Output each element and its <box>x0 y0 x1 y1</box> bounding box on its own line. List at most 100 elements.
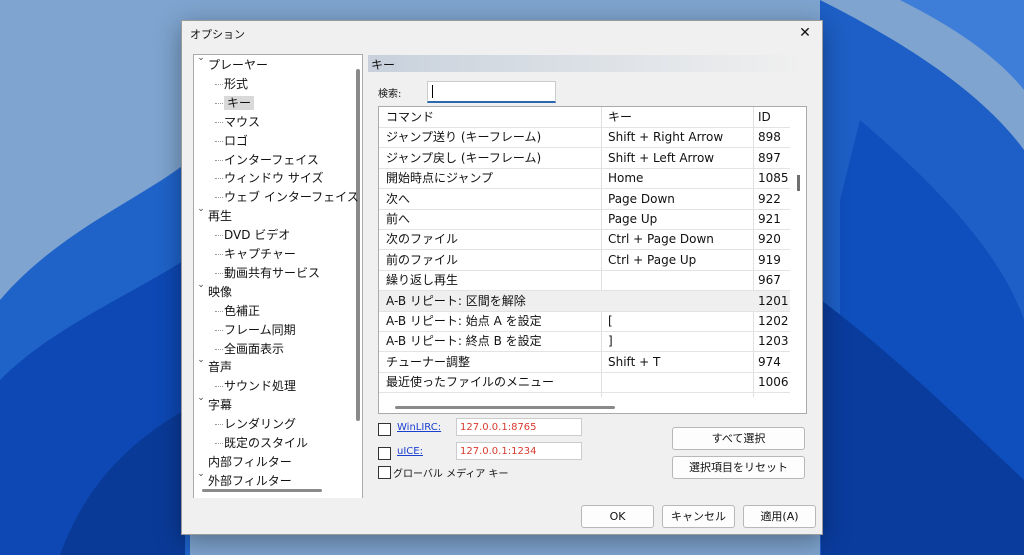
tree-item[interactable]: サウンド処理 <box>224 377 296 395</box>
uice-address-field[interactable]: 127.0.0.1:1234 <box>456 442 582 460</box>
table-cell: Shift + Right Arrow <box>608 130 724 145</box>
apply-button[interactable]: 適用(A) <box>743 505 816 528</box>
tree-connector <box>215 443 223 444</box>
tree-connector <box>215 424 223 426</box>
dialog-footer: OK キャンセル 適用(A) <box>182 498 822 534</box>
tree-item-label: DVD ビデオ <box>224 228 291 243</box>
tree-item-label: キャプチャー <box>224 247 296 261</box>
tree-item-label: フレーム同期 <box>224 322 296 337</box>
tree-item-label: ウェブ インターフェイス <box>224 190 359 205</box>
uice-link[interactable]: uICE: <box>397 446 423 457</box>
tree-item[interactable]: キー <box>224 94 255 112</box>
table-cell: チューナー調整 <box>386 354 471 369</box>
tree-item-label: インターフェイス <box>224 152 319 167</box>
ok-button[interactable]: OK <box>581 505 654 528</box>
text-caret <box>432 85 433 98</box>
tree-item-label: 外部フィルター <box>208 473 292 488</box>
table-row[interactable]: A-B リピート: 始点 A を設定 [1202 <box>379 311 790 332</box>
tree-item-label: 映像 <box>208 284 233 299</box>
tree-item[interactable]: 形式 <box>224 75 248 93</box>
tree-item[interactable]: ウェブ インターフェイス <box>224 188 359 206</box>
table-cell: Page Down <box>608 191 675 206</box>
table-cell: A-B リピート: 区間を解除 <box>386 293 526 308</box>
tree-item[interactable]: 再生 <box>208 207 232 225</box>
tree-item[interactable]: 内部フィルター <box>208 453 292 471</box>
table-cell: 967 <box>758 273 781 288</box>
table-row[interactable]: 前へ Page Up 921 <box>379 209 790 230</box>
tree-item[interactable]: 音声 <box>208 358 232 376</box>
winlirc-link[interactable]: WinLIRC: <box>397 422 441 433</box>
chevron-down-icon[interactable]: ⌄ <box>196 204 206 214</box>
table-row[interactable]: 開始時点にジャンプ Home 1085 <box>379 168 790 190</box>
table-row[interactable]: ジャンプ送り (キーフレーム) Shift + Right Arrow 898 <box>379 127 790 149</box>
options-tree[interactable]: プレーヤー ⌄ 形式 キー マウス ロゴ インターフェイス ウィンドウ サイズ ウェブ インター… <box>193 54 363 499</box>
tree-item[interactable]: フレーム同期 <box>224 321 296 339</box>
table-cell: 1202 <box>758 314 789 328</box>
tree-connector <box>215 178 223 180</box>
table-cell: 922 <box>758 191 781 206</box>
tree-item[interactable]: プレーヤー <box>208 56 268 74</box>
chevron-down-icon[interactable]: ⌄ <box>196 280 206 290</box>
tree-item[interactable]: 既定のスタイル <box>224 434 308 452</box>
tree-connector <box>215 140 223 142</box>
table-row[interactable]: 繰り返し再生 967 <box>379 270 790 292</box>
tree-item[interactable]: レンダリング <box>224 415 296 433</box>
column-header[interactable]: コマンド <box>386 107 598 127</box>
tree-vertical-scrollbar[interactable] <box>356 69 360 421</box>
tree-item-label: 形式 <box>224 76 249 91</box>
table-row[interactable]: 最近使ったファイルのメニュー 1006 <box>379 372 790 394</box>
table-horizontal-scrollbar[interactable] <box>395 406 615 409</box>
table-vertical-scrollbar[interactable] <box>797 175 800 191</box>
winlirc-address-field[interactable]: 127.0.0.1:8765 <box>456 418 582 436</box>
tree-item[interactable]: DVD ビデオ <box>224 226 290 244</box>
tree-item-label: サウンド処理 <box>224 379 297 394</box>
tree-item[interactable]: 動画共有サービス <box>224 264 320 282</box>
table-cell <box>608 291 753 311</box>
close-icon[interactable]: ✕ <box>794 22 816 44</box>
reset-selected-button[interactable]: 選択項目をリセット <box>672 456 805 479</box>
table-cell: ジャンプ送り (キーフレーム) <box>386 130 542 145</box>
tree-item[interactable]: 外部フィルター <box>208 472 292 490</box>
tree-item[interactable]: マウス <box>224 113 260 131</box>
section-header: キー <box>368 55 806 72</box>
table-row[interactable]: A-B リピート: 終点 B を設定] 1203 <box>379 331 790 353</box>
table-row[interactable]: 次のファイル Ctrl + Page Down 920 <box>379 229 790 251</box>
chevron-down-icon[interactable]: ⌄ <box>196 393 206 403</box>
column-header[interactable]: ID <box>758 107 790 127</box>
table-row[interactable]: A-B リピート: 区間を解除 1201 <box>379 290 790 312</box>
tree-item[interactable]: 字幕 <box>208 396 232 414</box>
select-all-button[interactable]: すべて選択 <box>672 427 805 450</box>
search-input[interactable] <box>427 81 556 103</box>
tree-item[interactable]: ウィンドウ サイズ <box>224 169 323 187</box>
tree-item[interactable]: 全画面表示 <box>224 340 284 358</box>
uice-checkbox[interactable] <box>378 447 391 460</box>
table-row[interactable]: ジャンプ戻し (キーフレーム) Shift + Left Arrow 897 <box>379 148 790 169</box>
table-cell <box>608 270 753 290</box>
chevron-down-icon[interactable]: ⌄ <box>196 469 206 479</box>
cancel-button[interactable]: キャンセル <box>662 505 735 528</box>
table-cell: 開始時点にジャンプ <box>386 171 494 186</box>
section-title: キー <box>371 58 396 72</box>
tree-connector <box>215 83 223 85</box>
tree-item[interactable]: インターフェイス <box>224 151 319 169</box>
tree-item[interactable]: キャプチャー <box>224 245 296 263</box>
table-cell: 898 <box>758 130 781 145</box>
table-row[interactable]: 次へ Page Down 922 <box>379 189 790 210</box>
tree-item-label: 内部フィルター <box>208 454 292 469</box>
chevron-down-icon[interactable]: ⌄ <box>196 355 206 365</box>
tree-item[interactable]: ロゴ <box>224 132 248 150</box>
table-row[interactable]: 前のファイル Ctrl + Page Up 919 <box>379 250 790 271</box>
tree-item[interactable]: 色補正 <box>224 302 260 320</box>
tree-item[interactable]: 映像 <box>208 283 232 301</box>
column-header[interactable]: キー <box>608 107 753 127</box>
table-cell: 1085 <box>758 171 789 186</box>
key-bindings-table[interactable]: コマンド キー ID ジャンプ送り (キーフレーム) Shift + Right Arr… <box>378 106 807 414</box>
chevron-down-icon[interactable]: ⌄ <box>196 55 206 63</box>
table-cell: 897 <box>758 150 781 165</box>
winlirc-checkbox[interactable] <box>378 423 391 436</box>
tree-item-label: 全画面表示 <box>224 341 285 356</box>
tree-connector <box>215 386 223 388</box>
table-row[interactable]: チューナー調整 Shift + T 974 <box>379 352 790 373</box>
global-media-keys-checkbox[interactable] <box>378 466 391 479</box>
table-cell: Ctrl + Page Down <box>608 232 714 247</box>
